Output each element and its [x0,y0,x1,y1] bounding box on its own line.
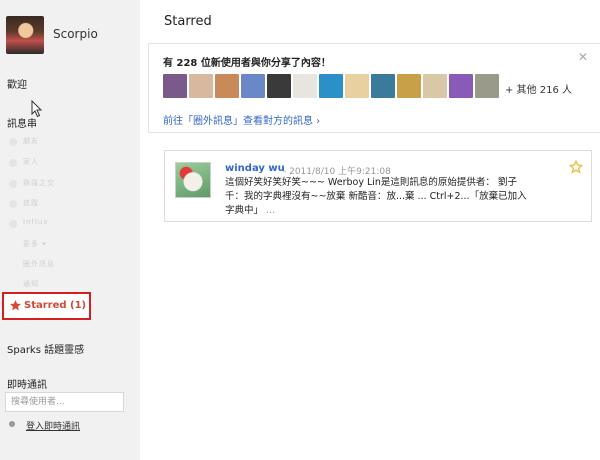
circle-icon [9,159,17,167]
user-thumbnail[interactable] [449,74,473,98]
post-author[interactable]: winday wu [225,163,285,174]
sidebar-item-label: 家人 [23,158,39,166]
sidebar-item-label: 追蹤 [23,199,39,207]
user-thumbnail[interactable] [267,74,291,98]
profile[interactable]: Scorpio [6,16,136,54]
sidebar-item-label: 熟識之交 [23,179,55,187]
sidebar-item-label: 更多 ▾ [23,240,47,248]
sidebar-item-stream-notifications[interactable]: 通知 [7,278,117,292]
circle-icon [9,220,17,228]
sidebar-item-stream-more[interactable]: 更多 ▾ [7,238,117,252]
sidebar-item-starred[interactable]: Starred (1) [2,292,91,320]
user-thumbnail[interactable] [215,74,239,98]
sidebar-item-label: 圈外訊息 [23,260,55,268]
star-icon[interactable] [569,160,583,174]
close-icon[interactable]: ✕ [578,50,588,64]
user-thumbnail[interactable] [423,74,447,98]
sidebar-item-stream-incoming[interactable]: 圈外訊息 [7,258,117,272]
post-expand[interactable]: ... [266,205,275,216]
new-users-panel: 有 228 位新使用者與你分享了內容！ ✕ + 其他 216 人 前往「圈外訊息… [148,43,600,133]
post-body: 這個好笑好笑好笑~~~ Werboy Lin是這則訊息的原始提供者： 劉子千：我… [225,176,535,218]
incoming-link[interactable]: 前往「圈外訊息」查看對方的訊息 › [163,112,320,127]
chat-search-input[interactable] [5,392,124,412]
user-thumbnail[interactable] [397,74,421,98]
sidebar-item-label: Influx [23,218,49,226]
star-icon [10,300,21,311]
user-thumbnail[interactable] [241,74,265,98]
user-thumbnail[interactable] [319,74,343,98]
page-title: Starred [164,14,212,29]
user-thumbnail[interactable] [163,74,187,98]
circle-icon [9,180,17,188]
sidebar-item-label: Starred (1) [24,300,87,311]
sidebar-item-stream-1[interactable]: 家人 [7,156,117,170]
sidebar-item-stream-0[interactable]: 朋友 [7,135,117,149]
nav-welcome[interactable]: 歡迎 [7,76,27,91]
user-thumbnail[interactable] [475,74,499,98]
user-thumbnails [163,74,503,100]
circle-icon [9,200,17,208]
sidebar-item-stream-4[interactable]: Influx [7,217,117,231]
post-avatar[interactable] [175,162,211,198]
sidebar-item-sparks[interactable]: Sparks 話題靈感 [7,341,84,356]
sidebar-item-label: 通知 [23,280,39,288]
avatar[interactable] [6,16,44,54]
user-thumbnail[interactable] [189,74,213,98]
nav-stream[interactable]: 訊息串 [7,115,37,130]
sidebar-item-stream-2[interactable]: 熟識之交 [7,177,117,191]
sidebar-item-stream-3[interactable]: 追蹤 [7,197,117,211]
user-thumbnail[interactable] [345,74,369,98]
user-thumbnail[interactable] [293,74,317,98]
sidebar-item-label: 朋友 [23,137,39,145]
sidebar: Scorpio 歡迎 訊息串 朋友 家人 熟識之交 追蹤 Influx 更多 ▾… [0,0,140,460]
circle-icon [9,138,17,146]
chat-login-link[interactable]: 登入即時通訊 [26,419,80,432]
status-dot-icon [9,421,15,427]
post-card: winday wu - 2011/8/10 上午9:21:08 這個好笑好笑好笑… [164,150,592,222]
chat-title: 即時通訊 [7,380,47,391]
profile-name[interactable]: Scorpio [53,27,98,41]
main-content: Starred 有 228 位新使用者與你分享了內容！ ✕ + 其他 216 人… [140,0,600,460]
user-thumbnail[interactable] [371,74,395,98]
new-users-title: 有 228 位新使用者與你分享了內容！ [163,58,331,69]
more-users-count[interactable]: + 其他 216 人 [505,81,572,96]
